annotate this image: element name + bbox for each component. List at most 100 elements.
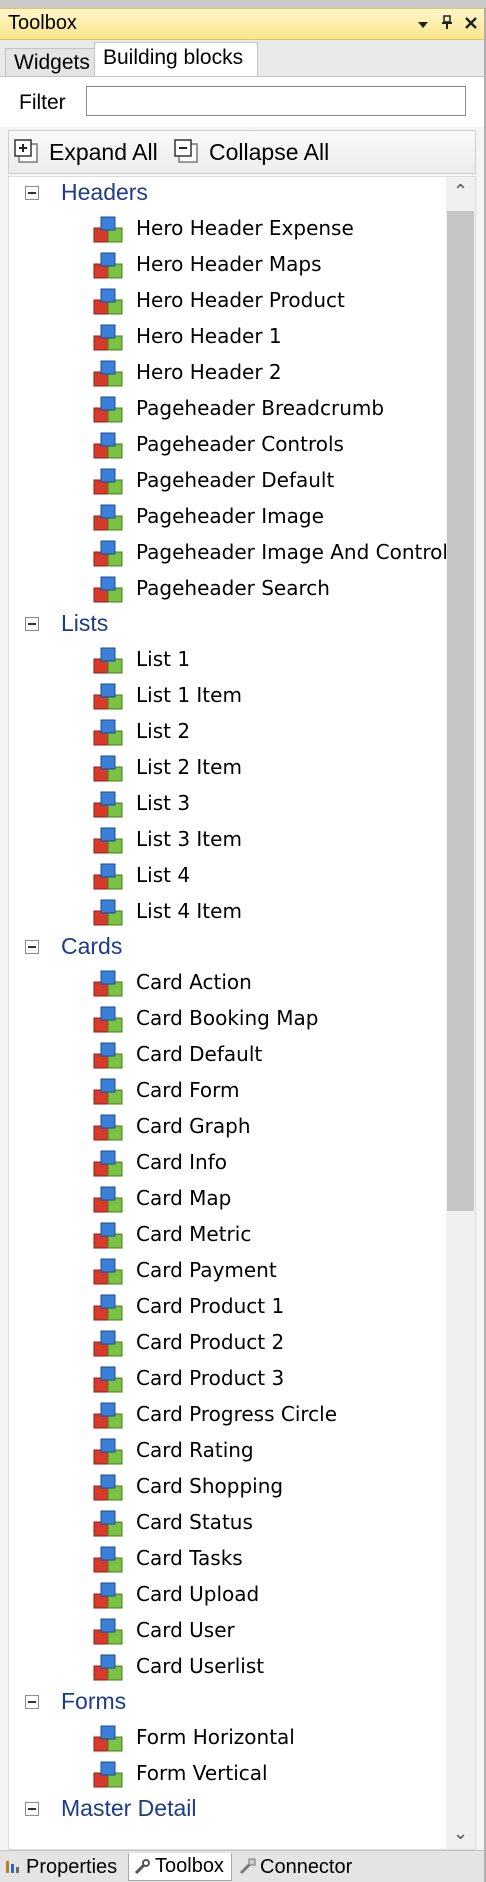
- tree-item[interactable]: Card Shopping: [9, 1470, 449, 1504]
- collapse-all-label: Collapse All: [209, 138, 330, 165]
- bottom-tab-connector[interactable]: Connector: [234, 1853, 384, 1881]
- tree-item[interactable]: List 3: [9, 787, 449, 821]
- tree-item-label: Card Metric: [136, 1222, 252, 1246]
- filter-input[interactable]: [86, 86, 466, 116]
- tree-item[interactable]: List 1: [9, 643, 449, 677]
- tree-item[interactable]: Form Horizontal: [9, 1721, 449, 1755]
- tree-item[interactable]: Pageheader Image: [9, 500, 449, 534]
- scroll-up-icon[interactable]: ⌃: [446, 177, 475, 207]
- tree-group-lists[interactable]: Lists: [9, 608, 449, 642]
- tree-item[interactable]: Card Metric: [9, 1218, 449, 1252]
- building-block-icon: [93, 863, 123, 891]
- building-block-icon: [93, 1006, 123, 1034]
- tree-item-label: Hero Header 1: [136, 324, 282, 348]
- building-block-icon: [93, 252, 123, 280]
- building-block-icon: [93, 1761, 123, 1789]
- tab-building-blocks[interactable]: Building blocks: [94, 42, 258, 76]
- tree-item[interactable]: Pageheader Search: [9, 572, 449, 606]
- dropdown-arrow-icon[interactable]: [412, 11, 434, 37]
- building-block-icon: [93, 468, 123, 496]
- tree-item-label: Hero Header Product: [136, 288, 345, 312]
- tree-item[interactable]: Pageheader Controls: [9, 428, 449, 462]
- tree-group-forms[interactable]: Forms: [9, 1686, 449, 1720]
- building-block-icon: [93, 970, 123, 998]
- tree-item[interactable]: Card Product 2: [9, 1326, 449, 1360]
- tree-item[interactable]: Card Payment: [9, 1254, 449, 1288]
- tree-item[interactable]: Pageheader Default: [9, 464, 449, 498]
- bottom-tab-properties[interactable]: Properties: [0, 1853, 126, 1881]
- tree-item-label: Pageheader Breadcrumb: [136, 396, 385, 420]
- tree-item[interactable]: Hero Header Product: [9, 284, 449, 318]
- building-block-icon: [93, 1186, 123, 1214]
- tree-item[interactable]: Card Product 3: [9, 1362, 449, 1396]
- collapse-toggle-icon[interactable]: [25, 940, 39, 954]
- close-icon[interactable]: [460, 11, 482, 37]
- tree-item[interactable]: List 2: [9, 715, 449, 749]
- tree-item[interactable]: Card Map: [9, 1182, 449, 1216]
- vertical-scrollbar[interactable]: ⌃ ⌄: [446, 177, 475, 1849]
- tree-item[interactable]: Card Upload: [9, 1578, 449, 1612]
- tree-item[interactable]: Form Vertical: [9, 1757, 449, 1791]
- tree-item[interactable]: Card Default: [9, 1038, 449, 1072]
- tree-item-label: List 1: [136, 647, 191, 671]
- tree-item[interactable]: List 2 Item: [9, 751, 449, 785]
- tree-item[interactable]: Card Product 1: [9, 1290, 449, 1324]
- building-block-icon: [93, 719, 123, 747]
- tree-item-label: Pageheader Image: [136, 504, 324, 528]
- collapse-toggle-icon[interactable]: [25, 1695, 39, 1709]
- tree-item-label: Card User: [136, 1618, 235, 1642]
- building-block-icon: [93, 432, 123, 460]
- tree-item[interactable]: Card Progress Circle: [9, 1398, 449, 1432]
- collapse-all-button[interactable]: Collapse All: [173, 135, 329, 169]
- tree-item-label: Card Rating: [136, 1438, 254, 1462]
- collapse-toggle-icon[interactable]: [25, 186, 39, 200]
- window-title: Toolbox: [8, 12, 77, 34]
- tree-item[interactable]: Hero Header Expense: [9, 212, 449, 246]
- tree-item[interactable]: List 3 Item: [9, 823, 449, 857]
- tree-item[interactable]: Pageheader Breadcrumb: [9, 392, 449, 426]
- collapse-toggle-icon[interactable]: [25, 617, 39, 631]
- building-block-icon: [93, 1042, 123, 1070]
- scroll-thumb[interactable]: [447, 211, 474, 1211]
- bottom-tab-toolbox[interactable]: Toolbox: [128, 1853, 232, 1881]
- tree-item[interactable]: Card Tasks: [9, 1542, 449, 1576]
- tree-item[interactable]: Hero Header Maps: [9, 248, 449, 282]
- tree-item[interactable]: Pageheader Image And Controls: [9, 536, 458, 570]
- connector-icon: [239, 1858, 256, 1875]
- building-block-icon: [93, 1582, 123, 1610]
- tree-group-master-detail[interactable]: Master Detail: [9, 1793, 449, 1827]
- tree-item[interactable]: Card Info: [9, 1146, 449, 1180]
- tree-item[interactable]: Card Action: [9, 966, 449, 1000]
- building-block-icon: [93, 1725, 123, 1753]
- tree-item[interactable]: List 4 Item: [9, 895, 449, 929]
- tree-item[interactable]: List 4: [9, 859, 449, 893]
- tree-item-label: Card Map: [136, 1186, 232, 1210]
- tree-group-cards[interactable]: Cards: [9, 931, 449, 965]
- tree-item-label: Card Upload: [136, 1582, 260, 1606]
- tree-item[interactable]: Card Userlist: [9, 1650, 449, 1684]
- building-block-icon: [93, 1222, 123, 1250]
- toolbox-icon: [134, 1858, 150, 1874]
- tree-item[interactable]: Card User: [9, 1614, 449, 1648]
- scroll-down-icon[interactable]: ⌄: [446, 1819, 475, 1849]
- tree-item[interactable]: Hero Header 2: [9, 356, 449, 390]
- tree-item-label: Card Product 2: [136, 1330, 285, 1354]
- filter-label: Filter: [19, 91, 66, 114]
- pin-icon[interactable]: [436, 11, 458, 37]
- tree-item-label: List 3: [136, 791, 191, 815]
- building-block-icon: [93, 576, 123, 604]
- tree-item[interactable]: Card Booking Map: [9, 1002, 449, 1036]
- building-block-icon: [93, 1618, 123, 1646]
- tree-item[interactable]: Card Graph: [9, 1110, 449, 1144]
- tree-item[interactable]: Card Form: [9, 1074, 449, 1108]
- building-block-icon: [93, 1438, 123, 1466]
- expand-all-button[interactable]: Expand All: [13, 135, 158, 169]
- tree-item[interactable]: List 1 Item: [9, 679, 449, 713]
- tree-item[interactable]: Hero Header 1: [9, 320, 449, 354]
- tab-widgets[interactable]: Widgets: [5, 48, 95, 76]
- collapse-toggle-icon[interactable]: [25, 1802, 39, 1816]
- tree-group-headers[interactable]: Headers: [9, 177, 449, 211]
- tree-item[interactable]: Card Rating: [9, 1434, 449, 1468]
- building-block-icon: [93, 683, 123, 711]
- tree-item[interactable]: Card Status: [9, 1506, 449, 1540]
